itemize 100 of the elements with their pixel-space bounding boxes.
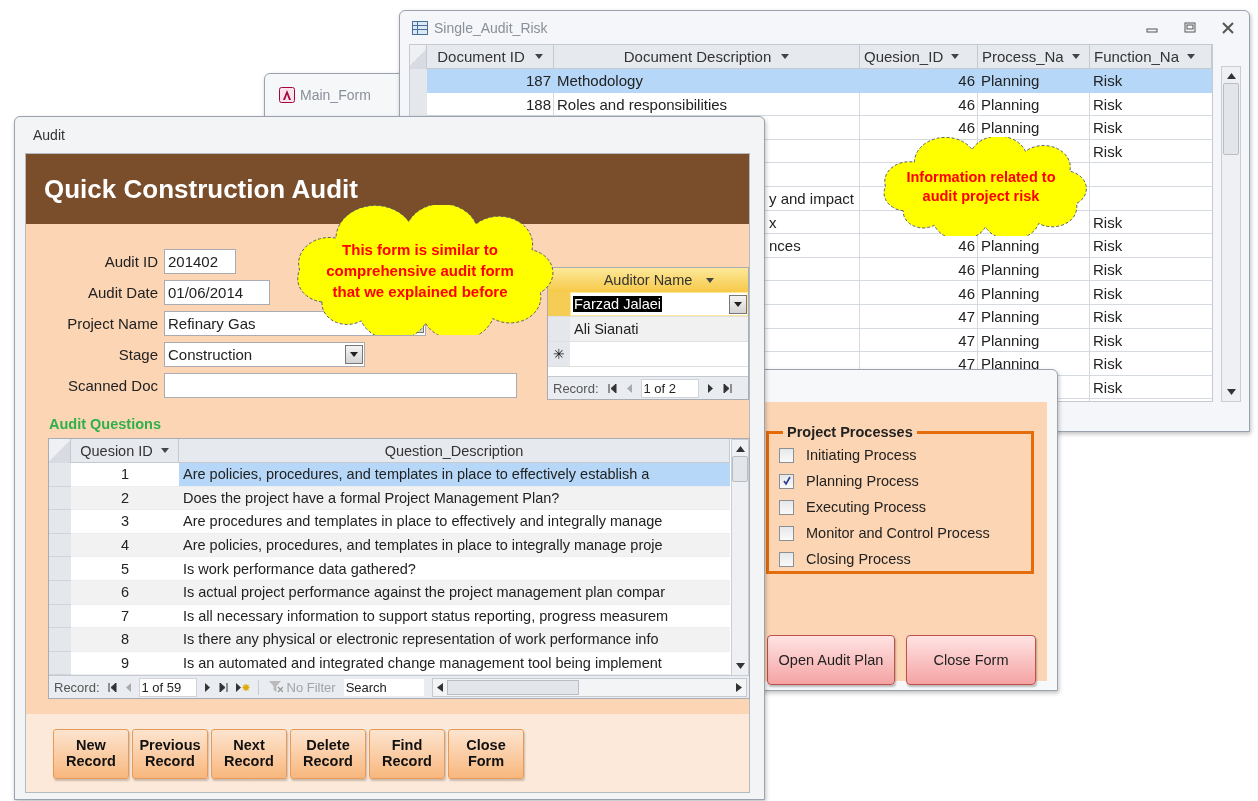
- form-button[interactable]: Open Audit Plan: [767, 635, 895, 685]
- table-cell: 46: [958, 261, 975, 279]
- restore-icon[interactable]: [1183, 20, 1197, 35]
- dropdown-arrow-icon[interactable]: [781, 54, 790, 59]
- table-cell[interactable]: Ali Sianati: [570, 317, 748, 341]
- table-cell: 8: [120, 631, 130, 648]
- checkbox[interactable]: [779, 473, 794, 489]
- table-row[interactable]: 3 Are procedures and templates in place to effectively and integrally manage: [49, 510, 730, 534]
- dropdown-arrow-icon[interactable]: [1187, 54, 1196, 59]
- previous-record-icon[interactable]: [625, 383, 632, 393]
- column-header[interactable]: Quesion ID: [71, 439, 179, 463]
- last-record-icon[interactable]: [722, 383, 732, 393]
- field-label: Audit Date: [87, 284, 158, 301]
- combo-value: Refinary Gas: [168, 315, 256, 332]
- dropdown-button[interactable]: [729, 294, 747, 314]
- table-cell: Is all necessary information to support status reporting, progress measurem: [183, 607, 669, 624]
- form-button[interactable]: Find Record: [369, 729, 445, 779]
- text-field[interactable]: [164, 373, 517, 398]
- column-title: Document ID: [437, 48, 525, 65]
- group-title: Project Processes: [786, 424, 914, 440]
- first-record-icon[interactable]: [107, 682, 117, 692]
- window-title: Single_Audit_Risk: [434, 19, 548, 36]
- next-record-icon[interactable]: [204, 682, 211, 692]
- dropdown-arrow-icon[interactable]: [1071, 54, 1080, 59]
- callout-text: Information related to audit project risk: [905, 167, 1057, 206]
- checkbox[interactable]: [779, 447, 794, 463]
- table-cell: Planning: [981, 331, 1040, 349]
- scroll-down-icon[interactable]: [735, 663, 745, 669]
- section-title: Audit Questions: [49, 416, 162, 432]
- dropdown-button[interactable]: [345, 345, 363, 364]
- table-cell: Risk: [1093, 237, 1123, 255]
- table-cell: Roles and responsibilities: [557, 95, 728, 113]
- table-cell: Risk: [1093, 72, 1123, 90]
- scroll-left-icon[interactable]: [436, 682, 443, 692]
- record-label: Record:: [54, 679, 100, 695]
- table-cell: 46: [958, 119, 975, 137]
- table-cell: Is there any physical or electronic representation of work performance info: [183, 631, 659, 648]
- text-field[interactable]: 201402: [164, 249, 236, 274]
- next-record-icon[interactable]: [707, 383, 714, 393]
- window-title: Audit: [33, 127, 65, 143]
- checkbox-label: Planning Process: [806, 473, 919, 489]
- table-cell: Are policies, procedures, and templates in place to integrally manage proje: [183, 537, 663, 554]
- table-cell: 47: [958, 331, 975, 349]
- scrollbar[interactable]: [1221, 66, 1241, 402]
- checkbox[interactable]: [779, 551, 794, 567]
- table-cell: Risk: [1093, 261, 1123, 279]
- table-cell: 1: [120, 466, 130, 483]
- scroll-thumb[interactable]: [1223, 83, 1239, 155]
- combo-box[interactable]: Construction: [164, 342, 365, 367]
- table-cell: 46: [958, 95, 975, 113]
- checkbox-label: Executing Process: [806, 499, 927, 515]
- form-button[interactable]: Next Record: [211, 729, 287, 779]
- table-cell: Planning: [981, 95, 1040, 113]
- close-icon[interactable]: [1221, 20, 1235, 35]
- dropdown-arrow-icon[interactable]: [706, 277, 715, 283]
- table-row[interactable]: 5 Is work performance data gathered?: [49, 557, 730, 581]
- scroll-down-icon[interactable]: [1226, 389, 1236, 395]
- table-cell: Risk: [1093, 119, 1123, 137]
- scroll-up-icon[interactable]: [735, 446, 745, 452]
- form-button[interactable]: Previous Record: [132, 729, 208, 779]
- checkbox[interactable]: [779, 499, 794, 515]
- checkbox-label: Closing Process: [806, 551, 911, 567]
- scrollbar[interactable]: [731, 439, 749, 676]
- column-title: Document Description: [623, 48, 772, 65]
- form-button[interactable]: Close Form: [906, 635, 1036, 685]
- dropdown-arrow-icon[interactable]: [160, 448, 169, 453]
- table-cell: 187: [525, 72, 551, 90]
- first-record-icon[interactable]: [607, 383, 617, 393]
- scroll-up-icon[interactable]: [1226, 73, 1236, 79]
- table-cell: Planning: [981, 237, 1040, 255]
- dropdown-arrow-icon[interactable]: [951, 54, 960, 59]
- table-cell: 47: [958, 355, 975, 373]
- table-cell: y and impact: [769, 190, 855, 208]
- text-field[interactable]: 01/06/2014: [164, 280, 270, 305]
- column-title: Function_Na: [1094, 48, 1180, 65]
- new-record-icon[interactable]: [235, 682, 250, 692]
- record-position-field[interactable]: 1 of 59: [138, 677, 197, 697]
- caret-icon: [350, 352, 358, 357]
- checkbox[interactable]: [779, 525, 794, 541]
- last-record-icon[interactable]: [218, 682, 228, 692]
- table-cell: Planning: [981, 261, 1040, 279]
- form-button[interactable]: Close Form: [448, 729, 524, 779]
- dropdown-arrow-icon[interactable]: [534, 54, 543, 59]
- table-cell: Methodology: [557, 72, 643, 90]
- record-position-field[interactable]: 1 of 2: [640, 378, 699, 398]
- scroll-thumb[interactable]: [732, 456, 748, 482]
- previous-record-icon[interactable]: [124, 682, 131, 692]
- scroll-right-icon[interactable]: [736, 682, 742, 692]
- window-title: Main_Form: [300, 87, 371, 103]
- scrollbar[interactable]: [431, 677, 747, 697]
- combo-box[interactable]: Farzad Jalaei: [571, 293, 747, 315]
- column-title: Process_Na: [982, 48, 1064, 65]
- table-cell: Planning: [981, 119, 1040, 137]
- form-button[interactable]: Delete Record: [290, 729, 366, 779]
- search-field[interactable]: Search: [343, 678, 424, 696]
- row-selector[interactable]: [410, 92, 427, 117]
- table-cell: Is actual project performance against the project management plan compar: [183, 584, 665, 601]
- scroll-thumb[interactable]: [446, 679, 579, 695]
- callout-text: This form is similar to comprehensive audit form that we explained before: [325, 239, 515, 302]
- form-button[interactable]: New Record: [53, 729, 129, 779]
